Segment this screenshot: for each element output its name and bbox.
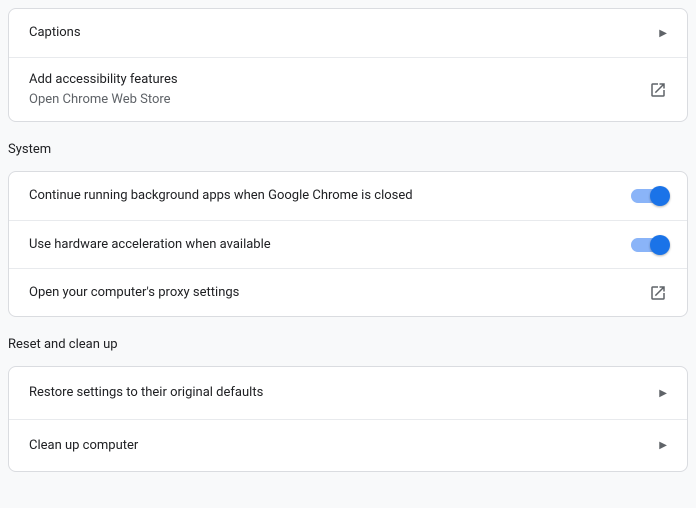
proxy-row[interactable]: Open your computer's proxy settings: [9, 268, 687, 316]
chevron-right-icon: ▶: [659, 28, 667, 39]
captions-label: Captions: [29, 23, 81, 43]
chevron-right-icon: ▶: [659, 440, 667, 451]
add-accessibility-sub: Open Chrome Web Store: [29, 90, 178, 110]
chevron-right-icon: ▶: [659, 388, 667, 399]
cleanup-row[interactable]: Clean up computer ▶: [9, 419, 687, 471]
restore-defaults-label: Restore settings to their original defau…: [29, 383, 263, 403]
hardware-accel-row: Use hardware acceleration when available: [9, 220, 687, 268]
reset-card: Restore settings to their original defau…: [8, 366, 688, 472]
system-section-title: System: [8, 122, 688, 171]
add-accessibility-label: Add accessibility features: [29, 70, 178, 90]
system-card: Continue running background apps when Go…: [8, 171, 688, 317]
background-apps-row: Continue running background apps when Go…: [9, 172, 687, 220]
hardware-accel-toggle[interactable]: [631, 238, 667, 252]
add-accessibility-row[interactable]: Add accessibility features Open Chrome W…: [9, 57, 687, 121]
accessibility-card: Captions ▶ Add accessibility features Op…: [8, 8, 688, 122]
background-apps-toggle[interactable]: [631, 189, 667, 203]
proxy-label: Open your computer's proxy settings: [29, 283, 239, 303]
external-link-icon: [649, 284, 667, 302]
background-apps-label: Continue running background apps when Go…: [29, 186, 413, 206]
external-link-icon: [649, 81, 667, 99]
reset-section-title: Reset and clean up: [8, 317, 688, 366]
restore-defaults-row[interactable]: Restore settings to their original defau…: [9, 367, 687, 419]
captions-row[interactable]: Captions ▶: [9, 9, 687, 57]
hardware-accel-label: Use hardware acceleration when available: [29, 235, 271, 255]
cleanup-label: Clean up computer: [29, 436, 138, 456]
